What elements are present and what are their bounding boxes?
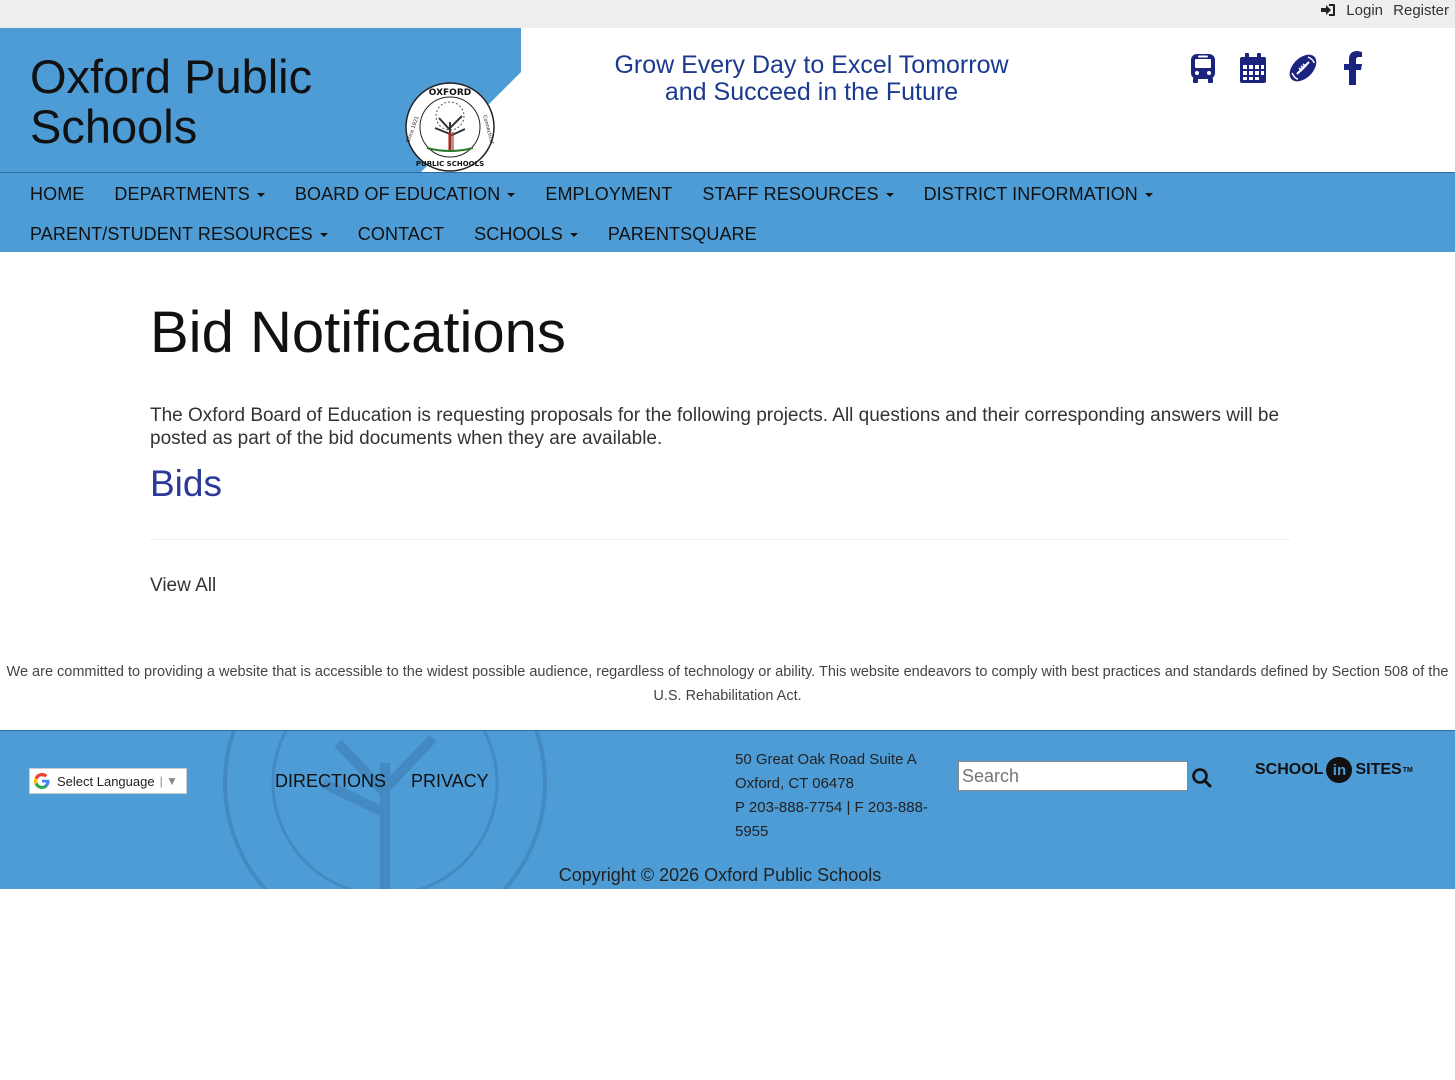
site-title-line1: Oxford Public: [30, 50, 313, 103]
caret-down-icon: [569, 233, 578, 237]
nav-parent-label: PARENT/STUDENT RESOURCES: [30, 223, 313, 244]
accessibility-statement: We are committed to providing a website …: [6, 664, 1449, 704]
language-selector[interactable]: Select Language | ▼: [29, 768, 187, 794]
nav-employment-label: EMPLOYMENT: [545, 183, 673, 204]
nav-board-label: BOARD OF EDUCATION: [294, 183, 501, 204]
phone-fax: P 203-888-7754 | F 203-888-5955: [735, 799, 928, 840]
facebook-icon[interactable]: [1336, 50, 1370, 86]
district-seal-logo[interactable]: OXFORD PUBLIC SCHOOLS Since 1921 Connect…: [405, 82, 495, 172]
caret-down-icon: [885, 193, 894, 197]
quick-links-icons: [1186, 50, 1370, 86]
caret-down-icon: [507, 193, 516, 197]
nav-schools[interactable]: SCHOOLS: [474, 223, 578, 245]
seal-text-bottom: PUBLIC SCHOOLS: [416, 160, 484, 168]
nav-district-information[interactable]: DISTRICT INFORMATION: [924, 183, 1153, 205]
nav-departments-label: DEPARTMENTS: [114, 183, 250, 204]
district-address: 50 Great Oak Road Suite A Oxford, CT 064…: [735, 748, 940, 844]
caret-down-icon: [256, 193, 265, 197]
bus-icon[interactable]: [1186, 50, 1220, 86]
search-input[interactable]: [958, 761, 1188, 791]
nav-contact-label: CONTACT: [357, 223, 445, 244]
view-all-link[interactable]: View All: [150, 575, 216, 597]
nav-parentsquare[interactable]: PARENTSQUARE: [608, 223, 757, 245]
nav-board-of-education[interactable]: BOARD OF EDUCATION: [294, 183, 516, 205]
nav-district-label: DISTRICT INFORMATION: [923, 183, 1138, 204]
site-title[interactable]: Oxford Public Schools: [30, 52, 312, 152]
bids-heading: Bids: [150, 463, 222, 504]
site-title-line2: Schools: [30, 100, 198, 153]
tagline-line2: and Succeed in the Future: [664, 78, 959, 106]
apple-icon: in: [1326, 757, 1353, 783]
caret-down-icon: [1144, 193, 1153, 197]
dropdown-arrow-icon: | ▼: [159, 774, 178, 788]
caret-down-icon: [319, 233, 328, 237]
page-title: Bid Notifications: [150, 300, 566, 365]
nav-contact[interactable]: CONTACT: [358, 223, 444, 245]
football-icon[interactable]: [1286, 50, 1320, 86]
search-icon[interactable]: [1191, 767, 1213, 789]
logo-school-text: SCHOOL: [1255, 761, 1324, 778]
nav-row-2: PARENT/STUDENT RESOURCES CONTACT SCHOOLS…: [30, 223, 787, 245]
login-label: Login: [1346, 1, 1383, 19]
seal-text-top: OXFORD: [429, 88, 471, 98]
privacy-link[interactable]: PRIVACY: [411, 771, 489, 792]
google-g-icon: [34, 773, 50, 789]
nav-home[interactable]: HOME: [30, 183, 84, 205]
nav-schools-label: SCHOOLS: [474, 223, 563, 244]
nav-departments[interactable]: DEPARTMENTS: [114, 183, 265, 205]
district-tagline: Grow Every Day to Excel Tomorrow and Suc…: [560, 52, 1063, 106]
directions-link[interactable]: DIRECTIONS: [275, 771, 386, 792]
register-link[interactable]: Register: [1393, 0, 1449, 20]
logo-sites-text: SITES: [1355, 761, 1402, 778]
login-link[interactable]: Login: [1320, 0, 1383, 20]
intro-text: The Oxford Board of Education is request…: [150, 405, 1280, 449]
nav-staff-resources[interactable]: STAFF RESOURCES: [702, 183, 894, 205]
nav-parent-student-resources[interactable]: PARENT/STUDENT RESOURCES: [30, 223, 328, 245]
main-navigation: HOME DEPARTMENTS BOARD OF EDUCATION EMPL…: [0, 172, 1455, 252]
school-in-sites-logo[interactable]: SCHOOL in SITES TM: [1255, 753, 1413, 787]
divider: [150, 539, 1290, 540]
site-footer: Select Language | ▼ DIRECTIONS PRIVACY 5…: [0, 730, 1455, 889]
address-line1: 50 Great Oak Road Suite A: [735, 751, 917, 768]
nav-home-label: HOME: [30, 183, 85, 204]
calendar-icon[interactable]: [1236, 50, 1270, 86]
language-selector-label: Select Language: [57, 773, 155, 789]
logo-in-text: in: [1332, 761, 1347, 779]
utility-bar: Login Register: [0, 0, 1455, 28]
nav-parentsquare-label: PARENTSQUARE: [607, 223, 757, 244]
nav-employment[interactable]: EMPLOYMENT: [545, 183, 672, 205]
login-icon: [1321, 4, 1336, 16]
tagline-line1: Grow Every Day to Excel Tomorrow: [614, 51, 1009, 79]
address-line2: Oxford, CT 06478: [735, 775, 854, 792]
nav-row-1: HOME DEPARTMENTS BOARD OF EDUCATION EMPL…: [30, 183, 1183, 205]
copyright-text: Copyright © 2026 Oxford Public Schools: [558, 865, 882, 885]
nav-staff-label: STAFF RESOURCES: [702, 183, 879, 204]
logo-tm-text: TM: [1402, 766, 1413, 774]
